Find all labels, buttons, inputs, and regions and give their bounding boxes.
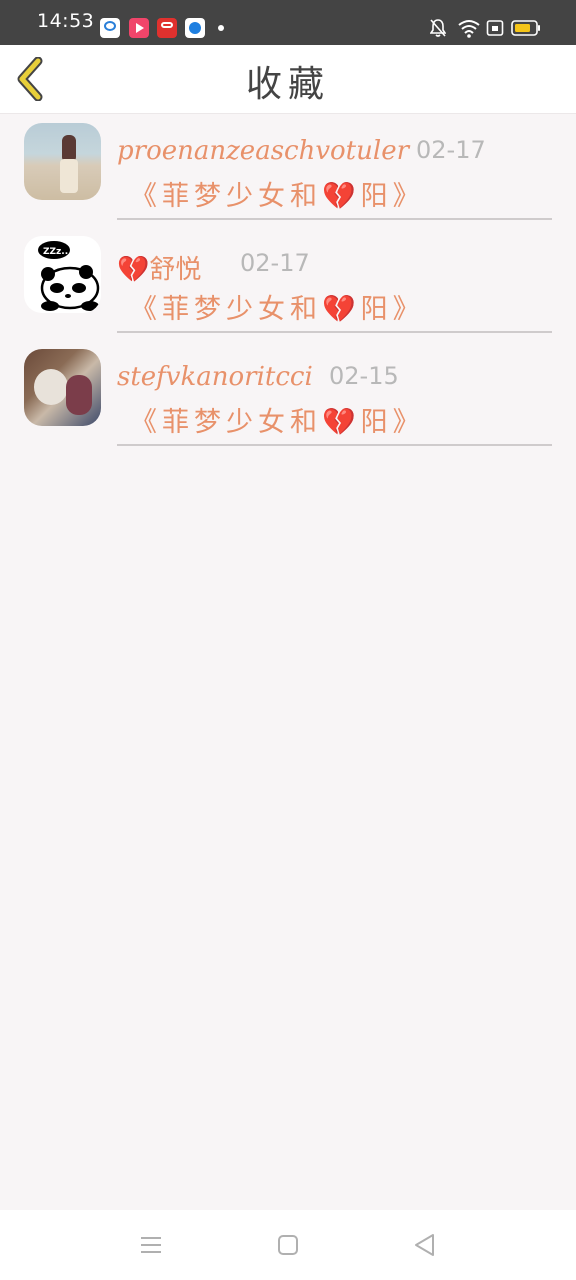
blue-app-icon [185, 18, 205, 38]
wifi-icon [458, 18, 480, 38]
favorites-list: proenanzeaschvotuler 02-17 《菲梦少女和💔阳》 ZZz… [0, 114, 576, 453]
svg-text:ZZz..: ZZz.. [43, 247, 68, 257]
book-title[interactable]: 《菲梦少女和💔阳》 [130, 174, 425, 213]
panda-icon: ZZz.. [38, 241, 100, 311]
divider [117, 444, 552, 446]
item-date: 02-17 [240, 249, 310, 277]
red-app-icon [157, 18, 177, 38]
item-date: 02-15 [329, 362, 399, 390]
menu-button[interactable] [138, 1232, 164, 1258]
book-title[interactable]: 《菲梦少女和💔阳》 [130, 400, 425, 439]
list-item[interactable]: stefvkanoritcci 02-15 《菲梦少女和💔阳》 [0, 340, 576, 453]
menu-icon [141, 1237, 161, 1253]
battery-icon [511, 18, 541, 38]
avatar[interactable]: ZZz.. [24, 236, 101, 313]
avatar[interactable] [24, 123, 101, 200]
page-title: 收藏 [245, 64, 330, 105]
browser-app-icon [100, 18, 120, 38]
more-notifications-dot-icon [218, 25, 224, 31]
list-item[interactable]: ZZz.. 💔舒悦 02-17 《菲梦少女和💔阳》 [0, 227, 576, 340]
back-triangle-icon [415, 1234, 434, 1256]
app-header: 收藏 [0, 45, 576, 114]
status-bar: 14:53 [0, 0, 576, 45]
divider [117, 218, 552, 220]
navigation-bar [0, 1210, 576, 1280]
list-item[interactable]: proenanzeaschvotuler 02-17 《菲梦少女和💔阳》 [0, 114, 576, 227]
avatar[interactable] [24, 349, 101, 426]
user-name[interactable]: 💔舒悦 [117, 249, 201, 286]
video-app-icon [129, 18, 149, 38]
book-title[interactable]: 《菲梦少女和💔阳》 [130, 287, 425, 326]
divider [117, 331, 552, 333]
sim-icon [486, 18, 504, 38]
status-time: 14:53 [37, 10, 95, 32]
user-name[interactable]: proenanzeaschvotuler [117, 136, 409, 166]
bell-muted-icon [430, 18, 446, 38]
home-button[interactable] [275, 1232, 301, 1258]
system-back-button[interactable] [412, 1232, 438, 1258]
user-name[interactable]: stefvkanoritcci [117, 362, 313, 392]
item-date: 02-17 [416, 136, 486, 164]
home-icon [278, 1235, 298, 1255]
